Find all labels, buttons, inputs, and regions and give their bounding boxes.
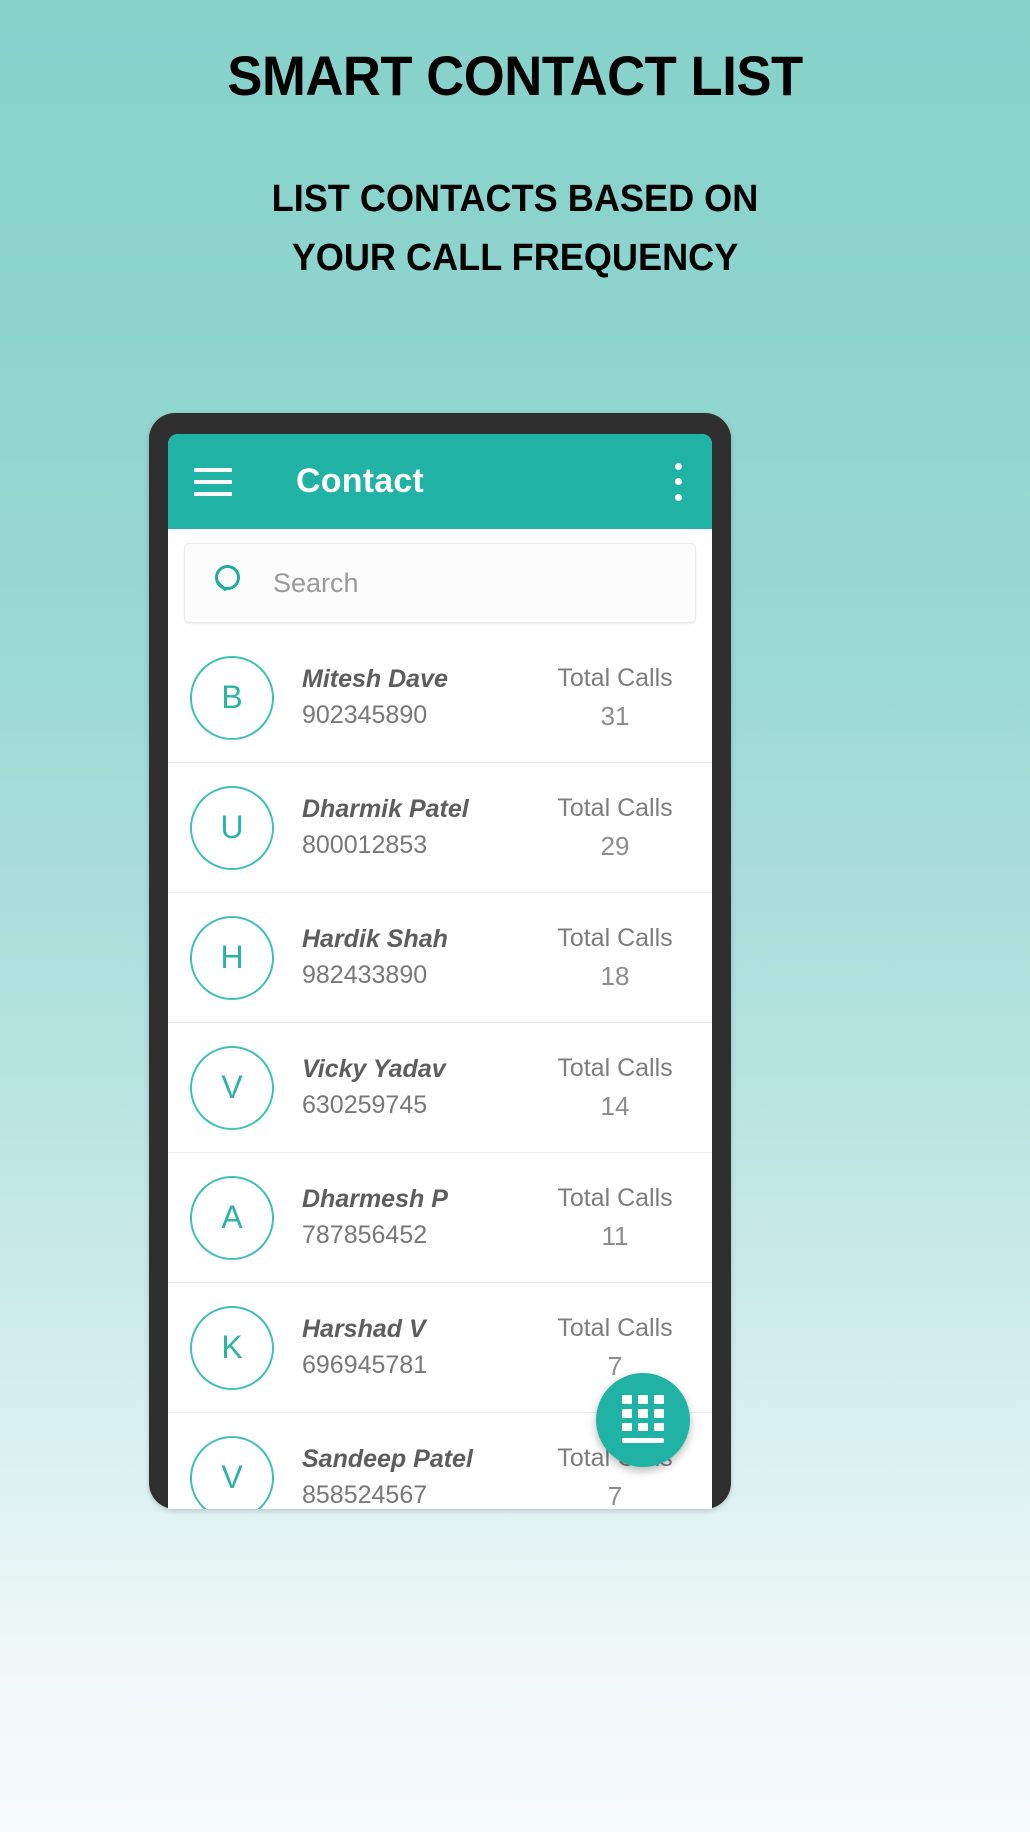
total-calls-count: 7 [607,1480,623,1510]
total-calls: Total Calls 18 [530,924,700,992]
total-calls: Total Calls 29 [530,794,700,862]
contact-phone: 858524567 [302,1481,428,1509]
dialpad-fab-button[interactable] [596,1373,690,1467]
contact-name: Sandeep Patel [302,1445,473,1473]
phone-mockup: Contact Search B Mitesh Dave 902345890 Tota… [149,413,731,1509]
subheadline-line-2: YOUR CALL FREQUENCY [291,236,739,279]
contact-name: Dharmesh P [302,1185,448,1213]
contact-details: Sandeep Patel 858524567 [302,1445,530,1509]
search-input[interactable]: Search [184,543,696,623]
total-calls-label: Total Calls [557,923,673,952]
contact-name: Harshad V [302,1315,426,1343]
contact-name: Hardik Shah [302,925,448,953]
app-toolbar: Contact [168,434,712,529]
total-calls-count: 18 [600,960,630,991]
avatar: U [190,785,274,870]
total-calls: Total Calls 31 [530,664,700,732]
avatar: V [190,1045,274,1130]
avatar: V [190,1435,274,1509]
total-calls-label: Total Calls [557,793,673,822]
page-headline: SMART CONTACT LIST [227,44,803,107]
avatar: K [190,1305,274,1390]
contact-row[interactable]: H Hardik Shah 982433890 Total Calls 18 [168,893,712,1023]
contact-details: Hardik Shah 982433890 [302,925,530,990]
total-calls-count: 7 [607,1350,623,1381]
search-section: Search [168,529,712,633]
total-calls-label: Total Calls [557,1053,673,1082]
contact-details: Vicky Yadav 630259745 [302,1055,530,1120]
subheadline-line-1: LIST CONTACTS BASED ON [271,178,759,220]
contact-phone: 902345890 [302,701,428,729]
more-vertical-icon[interactable] [674,462,682,501]
total-calls-label: Total Calls [557,1313,673,1342]
contact-phone: 800012853 [302,831,428,859]
hamburger-icon[interactable] [194,467,232,496]
contact-phone: 787856452 [302,1221,428,1249]
contact-name: Dharmik Patel [302,795,469,823]
search-placeholder: Search [273,567,359,598]
contact-name: Vicky Yadav [302,1055,446,1083]
page-subheadline: LIST CONTACTS BASED ON YOUR CALL FREQUEN… [26,170,1005,288]
contact-row[interactable]: V Vicky Yadav 630259745 Total Calls 14 [168,1023,712,1153]
contact-phone: 630259745 [302,1091,428,1119]
avatar: B [190,655,274,740]
total-calls-label: Total Calls [557,1183,673,1212]
contact-details: Dharmik Patel 800012853 [302,795,530,860]
contact-name: Mitesh Dave [302,665,448,693]
avatar: A [190,1175,274,1260]
search-icon [211,564,249,602]
total-calls: Total Calls 11 [530,1184,700,1252]
total-calls-label: Total Calls [557,663,673,692]
page-title: Contact [296,462,424,500]
contact-phone: 982433890 [302,961,428,989]
contact-phone: 696945781 [302,1351,428,1379]
contact-row[interactable]: U Dharmik Patel 800012853 Total Calls 29 [168,763,712,893]
total-calls-count: 29 [600,830,630,861]
contact-details: Mitesh Dave 902345890 [302,665,530,730]
total-calls-count: 14 [600,1090,630,1121]
avatar: H [190,915,274,1000]
total-calls-count: 31 [600,700,630,731]
contact-details: Dharmesh P 787856452 [302,1185,530,1250]
total-calls: Total Calls 7 [530,1314,700,1382]
dialpad-icon [622,1395,664,1445]
contact-row[interactable]: B Mitesh Dave 902345890 Total Calls 31 [168,633,712,763]
total-calls: Total Calls 14 [530,1054,700,1122]
contact-details: Harshad V 696945781 [302,1315,530,1380]
contact-row[interactable]: A Dharmesh P 787856452 Total Calls 11 [168,1153,712,1283]
phone-screen: Contact Search B Mitesh Dave 902345890 Tota… [168,434,712,1509]
total-calls-count: 11 [601,1220,629,1251]
